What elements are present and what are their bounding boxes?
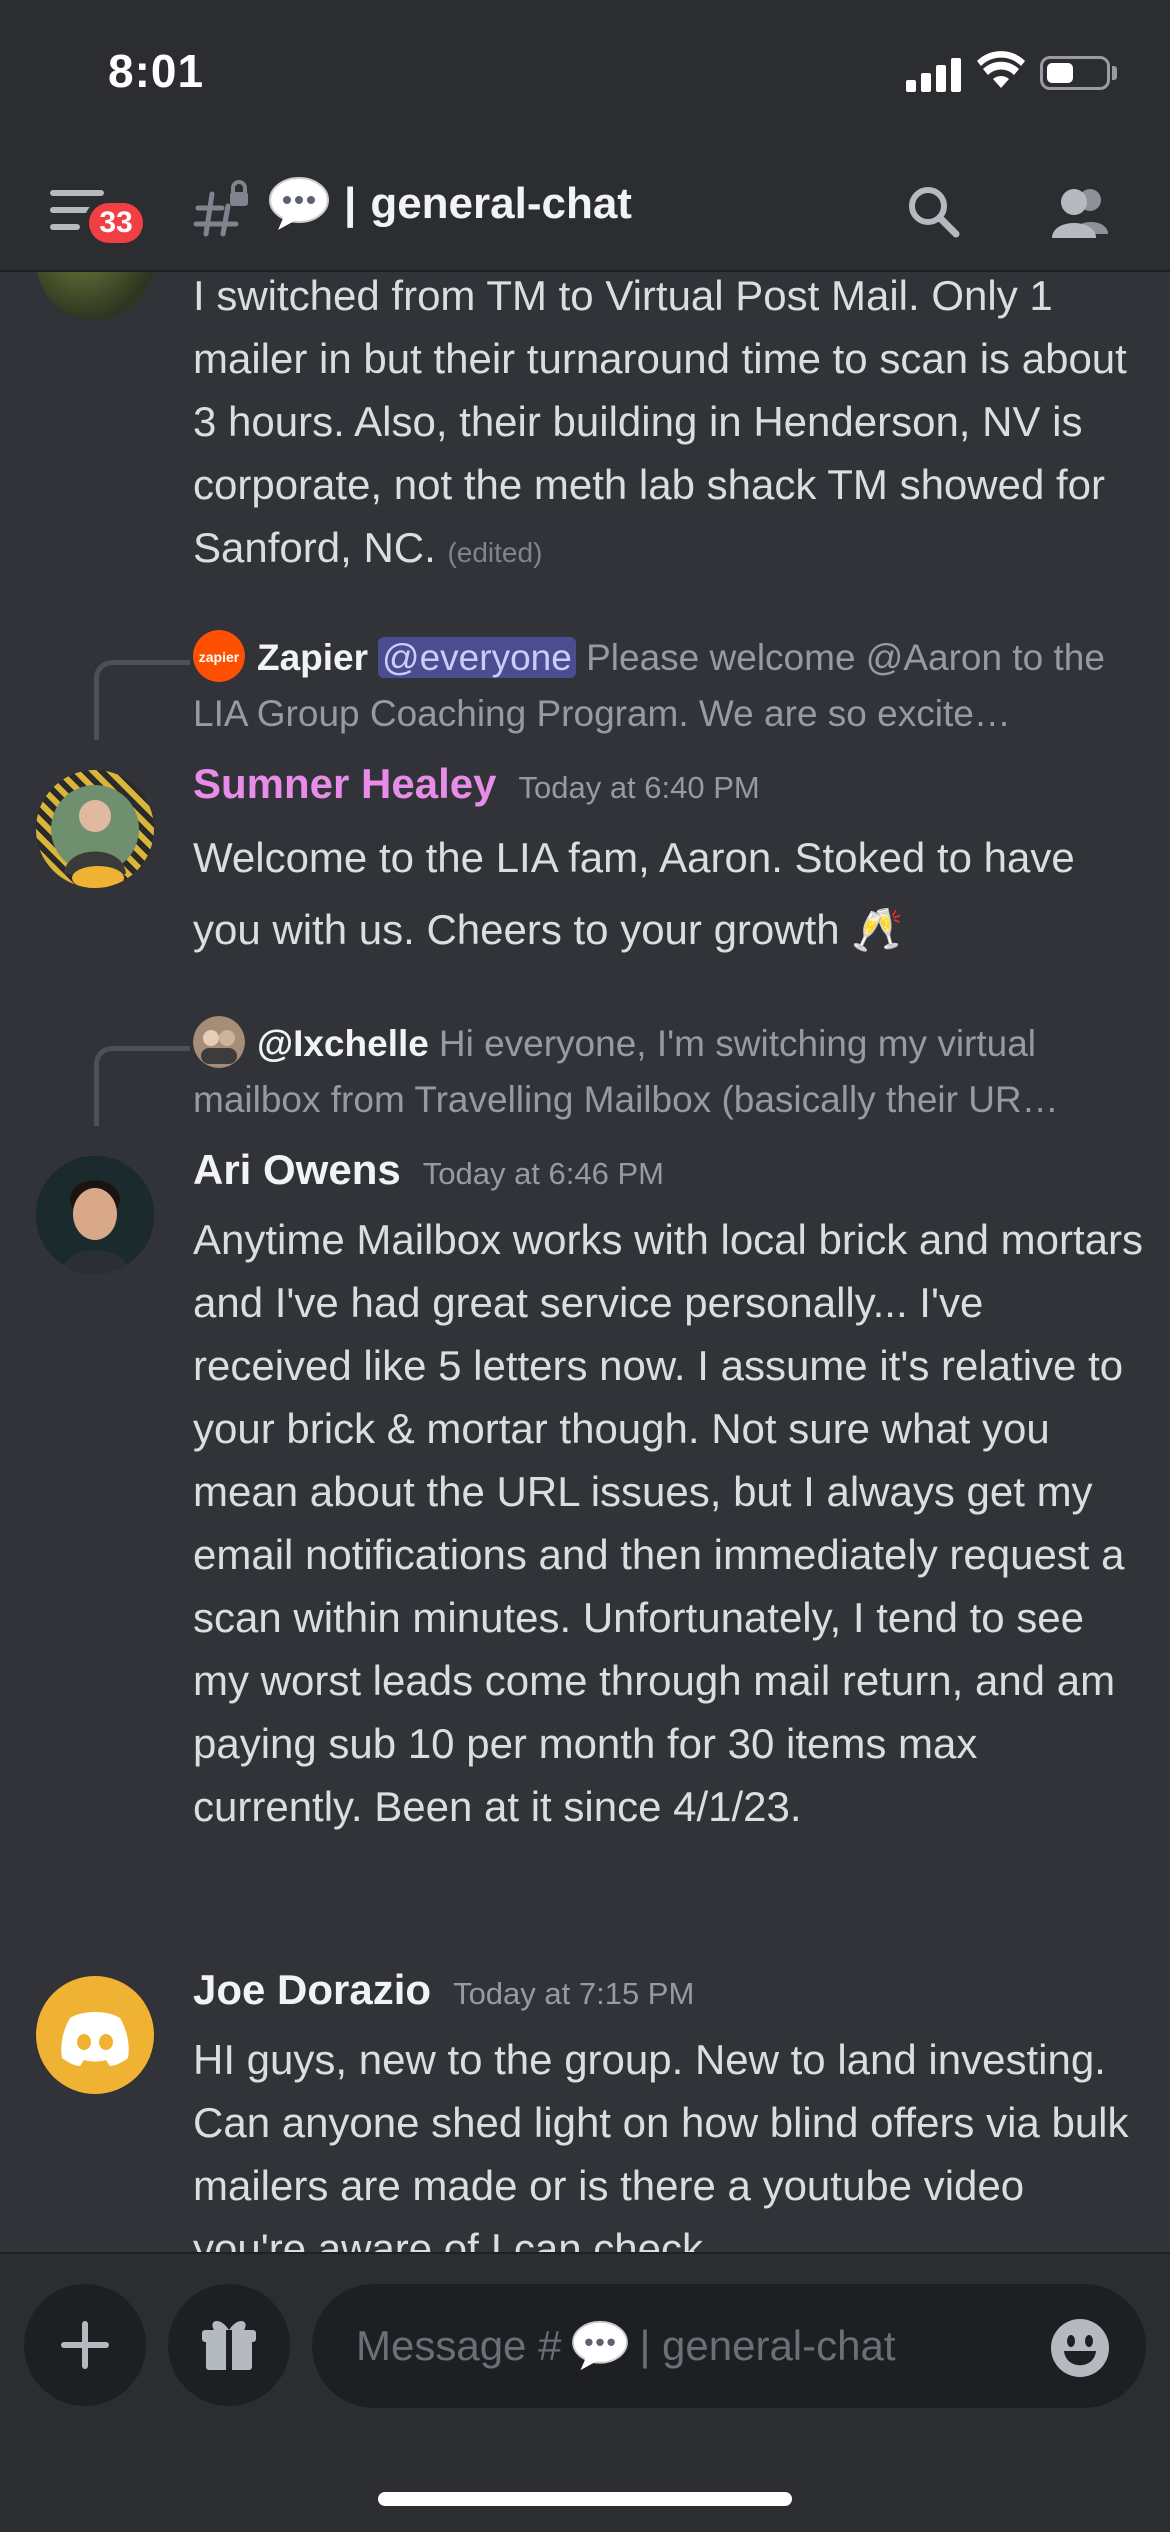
message-text: HI guys, new to the group. New to land i…	[193, 2036, 1129, 2252]
avatar[interactable]	[36, 770, 154, 888]
reply-connector	[94, 660, 190, 740]
zapier-avatar: zapier	[193, 630, 245, 683]
speech-bubble-emoji-icon	[572, 2320, 629, 2371]
speech-bubble-emoji-icon	[269, 177, 329, 230]
avatar[interactable]	[36, 1156, 154, 1274]
gift-icon	[202, 2320, 256, 2370]
reply-preview[interactable]: zapier Zapier @everyone Please welcome @A…	[193, 630, 1133, 741]
message-header: Ari Owens Today at 6:46 PM	[193, 1146, 664, 1194]
search-icon[interactable]	[904, 182, 964, 242]
wifi-icon	[977, 51, 1025, 88]
channel-header: 33 | general-chat	[0, 150, 1170, 272]
placeholder-channel: | general-chat	[639, 2322, 896, 2369]
placeholder-prefix: Message #	[356, 2322, 562, 2369]
reply-author: Zapier	[257, 637, 369, 678]
timestamp: Today at 6:40 PM	[518, 770, 760, 805]
gift-button[interactable]	[168, 2284, 290, 2406]
status-time: 8:01	[108, 45, 205, 97]
discord-logo-icon	[61, 2012, 129, 2066]
mention[interactable]: @everyone	[378, 637, 576, 678]
discord-chat-screen: 8:01 33 | general-chat I switched from T…	[0, 0, 1170, 2532]
message-header: Sumner Healey Today at 6:40 PM	[193, 760, 760, 808]
battery-icon	[1040, 56, 1110, 90]
message-text: I switched from TM to Virtual Post Mail.…	[193, 272, 1143, 584]
reply-preview[interactable]: @Ixchelle Hi everyone, I'm switching my v…	[193, 1016, 1133, 1127]
timestamp: Today at 6:46 PM	[422, 1156, 664, 1191]
username[interactable]: Joe Dorazio	[193, 1966, 431, 2014]
svg-text:zapier: zapier	[199, 649, 240, 665]
channel-title[interactable]: | general-chat	[268, 176, 632, 232]
status-bar: 8:01	[0, 0, 1170, 150]
message-text: Welcome to the LIA fam, Aaron. Stoked to…	[193, 834, 1075, 953]
message-composer: Message # | general-chat	[0, 2252, 1170, 2532]
members-icon[interactable]	[1046, 182, 1112, 242]
username[interactable]: Sumner Healey	[193, 760, 496, 808]
message-header: Joe Dorazio Today at 7:15 PM	[193, 1966, 694, 2014]
message-body: I switched from TM to Virtual Post Mail.…	[193, 272, 1127, 571]
person-photo	[51, 785, 139, 888]
message-input[interactable]: Message # | general-chat	[312, 2284, 1146, 2408]
private-text-channel-icon	[193, 180, 248, 237]
cellular-signal-icon	[906, 56, 962, 92]
timestamp: Today at 7:15 PM	[453, 1976, 695, 2011]
username[interactable]: Ari Owens	[193, 1146, 401, 1194]
plus-icon	[61, 2321, 109, 2369]
person-photo	[36, 1156, 154, 1274]
message-placeholder: Message # | general-chat	[356, 2320, 896, 2372]
edited-label: (edited)	[447, 537, 543, 568]
channel-name: general-chat	[370, 179, 632, 228]
channel-separator: |	[344, 179, 357, 228]
reply-connector	[94, 1046, 190, 1126]
home-indicator	[378, 2492, 792, 2506]
message-list[interactable]: I switched from TM to Virtual Post Mail.…	[0, 272, 1170, 2252]
notification-badge: 33	[84, 198, 148, 248]
message-text: Anytime Mailbox works with local brick a…	[193, 1216, 1143, 1830]
ixchelle-avatar	[193, 1016, 245, 1069]
emoji-picker-icon[interactable]	[1050, 2318, 1110, 2378]
battery-cap	[1112, 66, 1117, 80]
avatar[interactable]	[36, 272, 154, 320]
avatar[interactable]	[36, 1976, 154, 2094]
reply-author[interactable]: @Ixchelle	[257, 1023, 429, 1064]
attach-button[interactable]	[24, 2284, 146, 2406]
